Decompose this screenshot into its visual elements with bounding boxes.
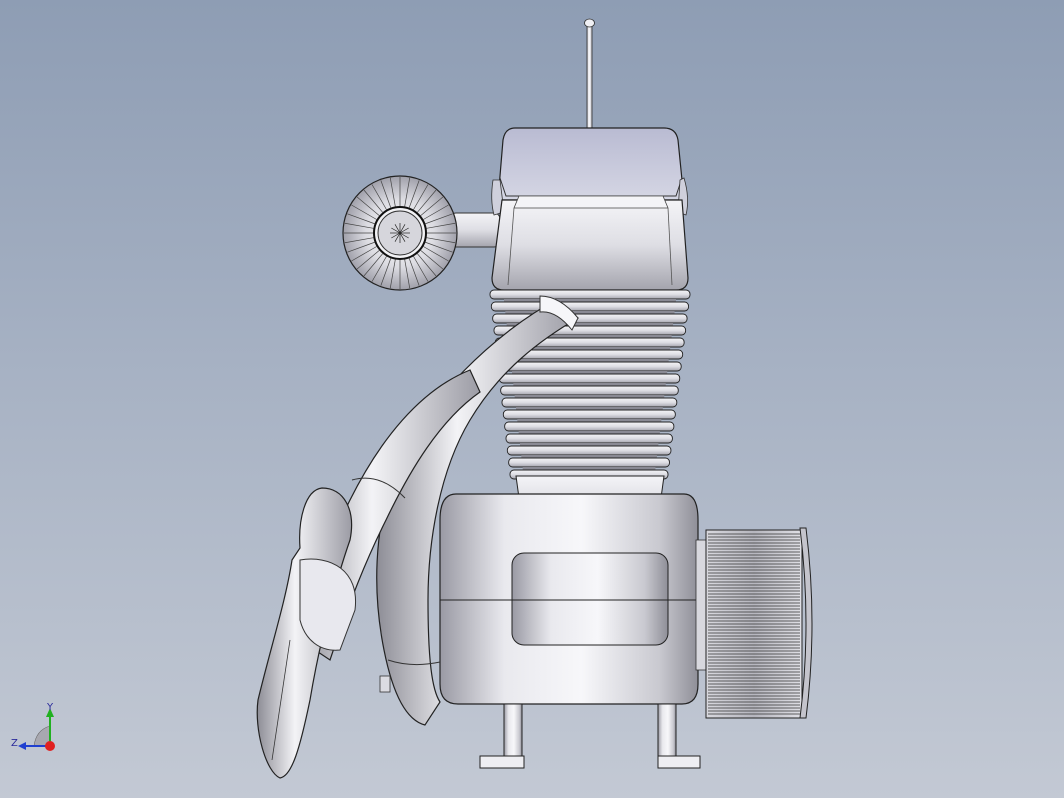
cylinder-head	[491, 127, 689, 291]
mounting-foot-right	[657, 703, 701, 769]
cad-viewport[interactable]: Y Z	[0, 0, 1064, 798]
muffler	[256, 487, 357, 779]
air-filter	[342, 175, 458, 291]
y-axis-label: Y	[46, 702, 54, 713]
coordinate-triad[interactable]: Y Z	[11, 702, 55, 751]
drain-bolt	[379, 675, 391, 693]
x-axis-point	[45, 741, 55, 751]
z-axis-label: Z	[11, 738, 18, 749]
crankcase	[439, 493, 709, 705]
engine-model[interactable]: Y Z	[0, 0, 1064, 798]
cooling-fins	[489, 289, 691, 482]
mounting-foot-left	[479, 703, 525, 769]
dipstick-rod	[584, 18, 595, 131]
drive-pulley	[705, 527, 813, 719]
